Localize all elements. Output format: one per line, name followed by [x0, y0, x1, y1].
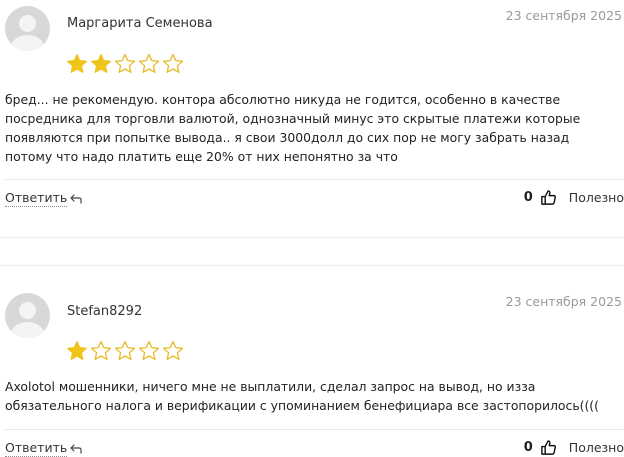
review-text: бред... не рекомендую. контора абсолютно… — [5, 92, 581, 164]
reply-arrow-icon — [70, 193, 82, 204]
divider — [5, 179, 624, 180]
vote-section: 0 Полезно — [524, 439, 624, 456]
review-date: 23 сентября 2025 — [505, 8, 622, 23]
rating-stars — [66, 340, 184, 362]
section-divider — [0, 237, 624, 238]
review-author: Маргарита Семенова — [67, 16, 213, 31]
review-date: 23 сентября 2025 — [505, 294, 622, 309]
star-filled-icon — [91, 54, 111, 73]
vote-count: 0 — [523, 190, 533, 205]
reply-button[interactable]: Ответить — [5, 440, 82, 457]
thumbs-up-icon[interactable] — [540, 439, 557, 456]
star-empty-icon — [162, 53, 184, 73]
reply-arrow-icon — [70, 443, 82, 454]
star-filled-icon — [67, 54, 87, 73]
star-empty-icon — [138, 340, 160, 360]
review-author: Stefan8292 — [67, 304, 143, 319]
vote-section: 0 Полезно — [524, 189, 624, 206]
thumbs-up-icon[interactable] — [540, 189, 557, 206]
star-empty-icon — [114, 340, 136, 360]
user-avatar-icon — [5, 293, 50, 338]
star-empty-icon — [90, 340, 112, 360]
review-card: Маргарита Семенова 23 сентября 2025 бред… — [0, 0, 624, 238]
useful-button[interactable]: Полезно — [569, 190, 624, 205]
user-avatar-icon — [5, 6, 50, 51]
star-filled-icon — [67, 341, 87, 360]
reply-label: Ответить — [5, 190, 68, 207]
divider — [5, 429, 624, 430]
review-card: Stefan8292 23 сентября 2025 Axolotol мош… — [0, 265, 624, 457]
star-empty-icon — [162, 340, 184, 360]
review-text: Axolotol мошенники, ничего мне не выплат… — [5, 379, 599, 413]
reply-button[interactable]: Ответить — [5, 190, 82, 207]
reply-label: Ответить — [5, 440, 68, 457]
rating-stars — [66, 53, 184, 75]
vote-count: 0 — [523, 440, 533, 455]
star-empty-icon — [114, 53, 136, 73]
star-empty-icon — [138, 53, 160, 73]
useful-button[interactable]: Полезно — [569, 440, 624, 455]
